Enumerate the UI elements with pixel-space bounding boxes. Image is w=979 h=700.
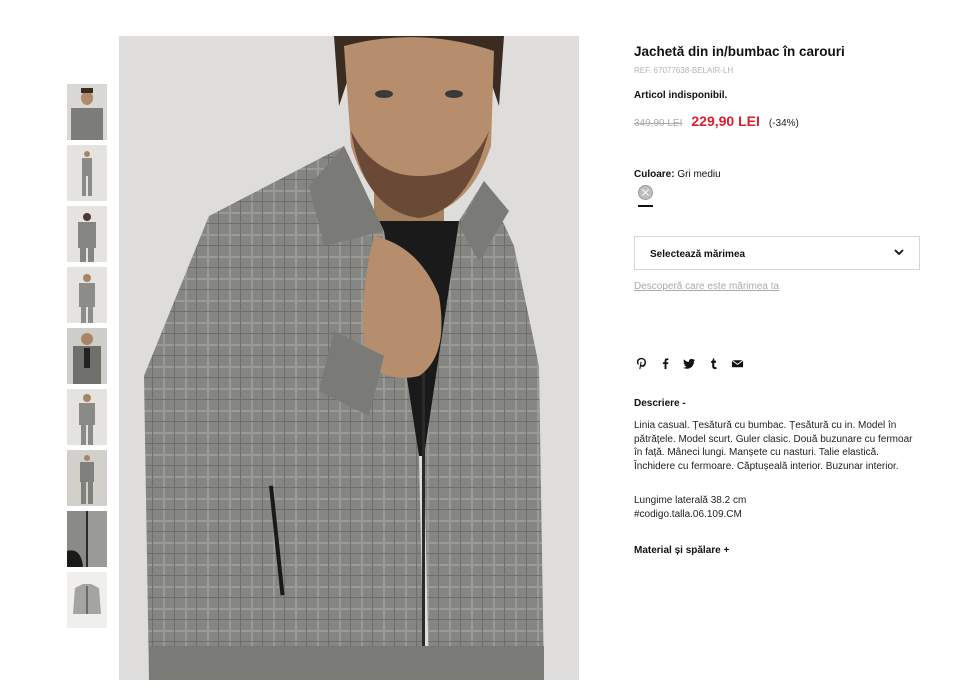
- description-text: Linia casual. Țesătură cu bumbac. Țesătu…: [634, 420, 913, 472]
- thumbnail-1[interactable]: [67, 84, 107, 140]
- description-code: #codigo.talla.06.109.CM: [634, 508, 742, 520]
- thumbnail-2[interactable]: [67, 145, 107, 201]
- description-details: Lungime laterală 38.2 cm #codigo.talla.0…: [634, 494, 746, 521]
- description-length: Lungime laterală 38.2 cm: [634, 495, 747, 506]
- tumblr-icon[interactable]: [706, 356, 720, 370]
- material-care-toggle[interactable]: Material și spălare +: [634, 545, 729, 556]
- facebook-icon[interactable]: [658, 356, 672, 370]
- sale-price: 229,90 LEI: [691, 113, 760, 129]
- price-block: 349,90 LEI 229,90 LEI (-34%): [634, 113, 799, 129]
- product-reference: REF. 67077638-BELAIR-LH: [634, 66, 734, 75]
- thumbnail-5[interactable]: [67, 328, 107, 384]
- email-icon[interactable]: [730, 356, 744, 370]
- pinterest-icon[interactable]: [634, 356, 648, 370]
- color-label-key: Culoare:: [634, 169, 675, 180]
- share-icons: [634, 356, 754, 370]
- product-title: Jachetă din in/bumbac în carouri: [634, 44, 845, 59]
- thumbnail-3[interactable]: [67, 206, 107, 262]
- thumbnail-8[interactable]: [67, 511, 107, 567]
- chevron-down-icon: [894, 249, 904, 256]
- thumbnail-7[interactable]: [67, 450, 107, 506]
- size-select-label: Selectează mărimea: [650, 249, 746, 260]
- size-guide-link[interactable]: Descoperă care este mărimea ta: [634, 281, 779, 292]
- color-value: Gri mediu: [677, 169, 721, 180]
- twitter-icon[interactable]: [682, 356, 696, 370]
- product-main-image: [119, 36, 579, 680]
- description-toggle[interactable]: Descriere -: [634, 398, 686, 409]
- availability-status: Articol indisponibil.: [634, 90, 728, 101]
- thumbnail-4[interactable]: [67, 267, 107, 323]
- size-select-dropdown[interactable]: Selectează mărimea: [634, 236, 920, 270]
- color-swatch-gri-mediu[interactable]: [638, 185, 653, 200]
- thumbnail-9[interactable]: [67, 572, 107, 628]
- thumbnail-6[interactable]: [67, 389, 107, 445]
- old-price: 349,90 LEI: [634, 118, 683, 129]
- selected-swatch-indicator: [638, 205, 653, 207]
- discount-badge: (-34%): [768, 118, 799, 129]
- color-label: Culoare: Gri mediu: [634, 169, 721, 180]
- thumbnail-list: [67, 84, 107, 633]
